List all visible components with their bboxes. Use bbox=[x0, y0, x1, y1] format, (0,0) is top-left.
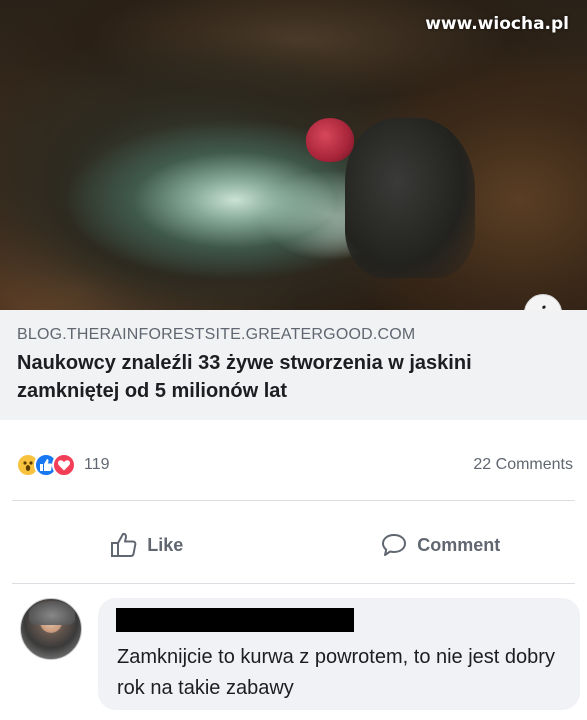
avatar-hat bbox=[29, 601, 75, 625]
divider-bottom bbox=[12, 583, 575, 584]
redacted-author-name bbox=[116, 608, 354, 632]
link-title[interactable]: Naukowcy znaleźli 33 żywe stworzenia w j… bbox=[17, 349, 557, 405]
thumbs-up-icon bbox=[111, 532, 137, 557]
comment-bubble[interactable]: Zamknijcie to kurwa z powrotem, to nie j… bbox=[98, 598, 580, 710]
comment-label: Comment bbox=[417, 534, 501, 555]
avatar[interactable] bbox=[20, 598, 82, 660]
link-domain: BLOG.THERAINFORESTSITE.GREATERGOOD.COM bbox=[17, 326, 416, 343]
like-label: Like bbox=[147, 534, 184, 555]
caver-figure bbox=[345, 118, 475, 278]
comments-count[interactable]: 22 Comments bbox=[473, 456, 573, 474]
reaction-icons[interactable] bbox=[16, 453, 76, 477]
cave-photo[interactable]: www.wiocha.pl bbox=[0, 0, 587, 310]
link-preview[interactable]: BLOG.THERAINFORESTSITE.GREATERGOOD.COM N… bbox=[0, 310, 587, 420]
love-icon bbox=[52, 453, 76, 477]
action-bar: Like Comment bbox=[0, 518, 587, 572]
divider-top bbox=[12, 500, 575, 501]
comment-text: Zamknijcie to kurwa z powrotem, to nie j… bbox=[117, 646, 555, 699]
comment-button[interactable]: Comment bbox=[294, 518, 587, 572]
reactions-bar: 119 22 Comments bbox=[0, 446, 587, 484]
comment: Zamknijcie to kurwa z powrotem, to nie j… bbox=[0, 596, 587, 720]
like-button[interactable]: Like bbox=[0, 518, 294, 572]
reaction-count[interactable]: 119 bbox=[84, 456, 110, 474]
red-helmet bbox=[306, 118, 354, 162]
comment-icon bbox=[382, 534, 407, 556]
watermark-text: www.wiocha.pl bbox=[425, 14, 569, 34]
